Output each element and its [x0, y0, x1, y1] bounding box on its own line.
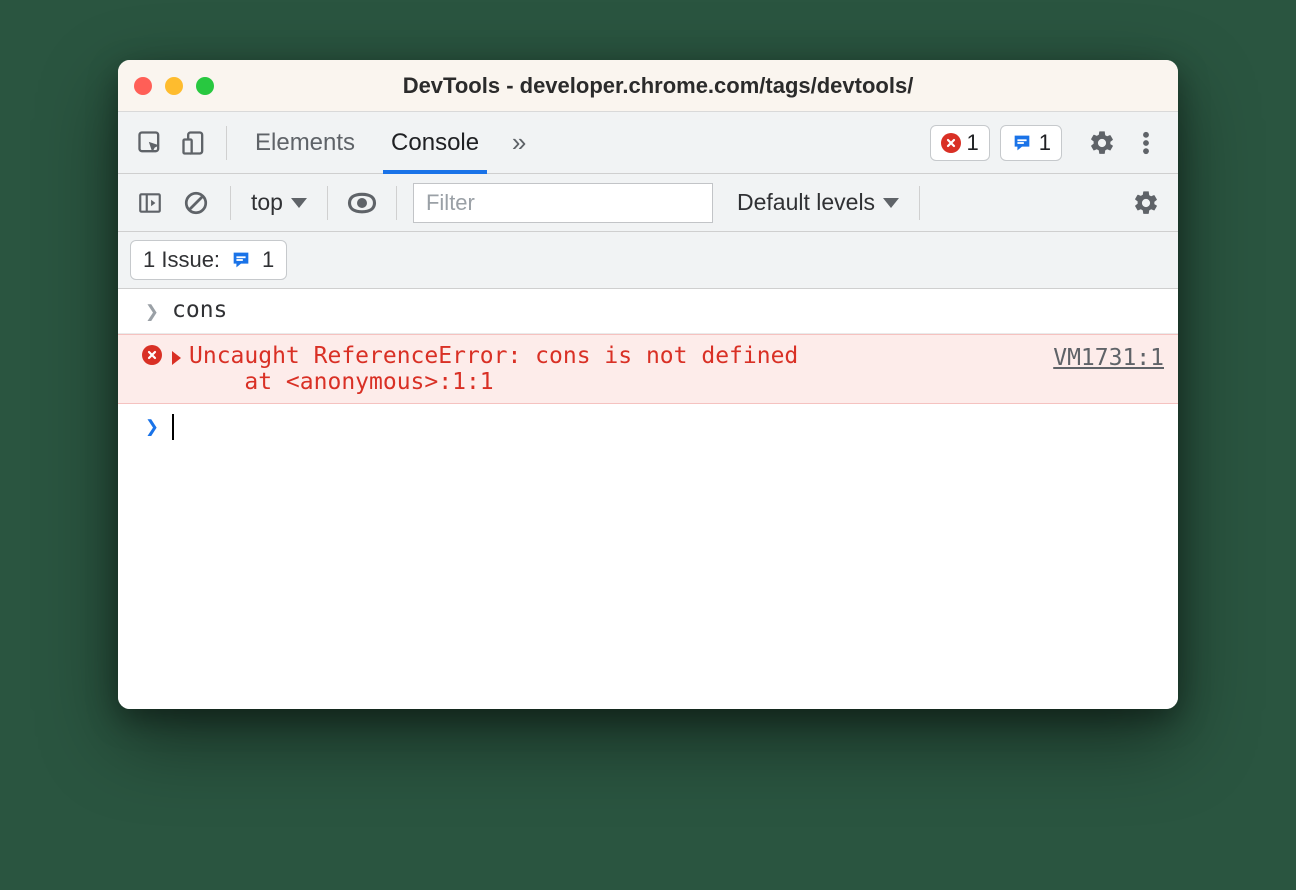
divider	[230, 186, 231, 220]
counter-badges: 1 1	[930, 125, 1063, 161]
issues-pill[interactable]: 1 Issue: 1	[130, 240, 287, 280]
toggle-sidebar-icon[interactable]	[132, 185, 168, 221]
window-title: DevTools - developer.chrome.com/tags/dev…	[214, 73, 1162, 99]
traffic-lights	[134, 77, 214, 95]
divider	[396, 186, 397, 220]
issues-pill-count: 1	[262, 247, 274, 273]
clear-console-icon[interactable]	[178, 185, 214, 221]
error-source-link[interactable]: VM1731:1	[1033, 343, 1164, 371]
tab-elements[interactable]: Elements	[241, 112, 369, 174]
chevron-right-icon: ❯	[145, 299, 159, 325]
error-icon	[142, 345, 162, 365]
chevron-down-icon	[883, 198, 899, 208]
divider	[919, 186, 920, 220]
inspect-element-icon[interactable]	[132, 125, 168, 161]
context-selector[interactable]: top	[247, 189, 311, 216]
prompt-chevron-icon: ❯	[132, 414, 172, 440]
console-output: ❯ cons Uncaught ReferenceError: cons is …	[118, 289, 1178, 709]
minimize-window-button[interactable]	[165, 77, 183, 95]
console-settings-icon[interactable]	[1128, 185, 1164, 221]
more-options-icon[interactable]	[1128, 125, 1164, 161]
issues-icon	[1011, 132, 1033, 154]
titlebar: DevTools - developer.chrome.com/tags/dev…	[118, 60, 1178, 112]
log-levels-selector[interactable]: Default levels	[733, 189, 903, 216]
console-error-row[interactable]: Uncaught ReferenceError: cons is not def…	[118, 334, 1178, 404]
error-count: 1	[967, 130, 979, 156]
issues-icon	[230, 249, 252, 271]
console-toolbar: top Default levels	[118, 174, 1178, 232]
error-icon	[941, 133, 961, 153]
live-expression-icon[interactable]	[344, 185, 380, 221]
settings-icon[interactable]	[1084, 125, 1120, 161]
issues-count: 1	[1039, 130, 1051, 156]
disclosure-triangle-icon[interactable]	[172, 351, 181, 365]
error-message: Uncaught ReferenceError: cons is not def…	[189, 343, 1033, 395]
context-label: top	[251, 189, 283, 216]
issues-counter-badge[interactable]: 1	[1000, 125, 1062, 161]
text-cursor	[172, 414, 174, 440]
maximize-window-button[interactable]	[196, 77, 214, 95]
filter-input[interactable]	[413, 183, 713, 223]
divider	[327, 186, 328, 220]
error-counter-badge[interactable]: 1	[930, 125, 990, 161]
levels-label: Default levels	[737, 189, 875, 216]
close-window-button[interactable]	[134, 77, 152, 95]
console-prompt[interactable]: ❯	[118, 404, 1178, 450]
chevron-down-icon	[291, 198, 307, 208]
device-toolbar-icon[interactable]	[176, 125, 212, 161]
console-input-echo: ❯ cons	[118, 289, 1178, 334]
issues-bar: 1 Issue: 1	[118, 232, 1178, 289]
issues-label: 1 Issue:	[143, 247, 220, 273]
divider	[226, 126, 227, 160]
more-tabs-icon[interactable]: »	[501, 125, 537, 161]
tab-console[interactable]: Console	[377, 112, 493, 174]
devtools-window: DevTools - developer.chrome.com/tags/dev…	[118, 60, 1178, 709]
console-input-text: cons	[172, 297, 1164, 323]
main-tabbar: Elements Console » 1 1	[118, 112, 1178, 174]
